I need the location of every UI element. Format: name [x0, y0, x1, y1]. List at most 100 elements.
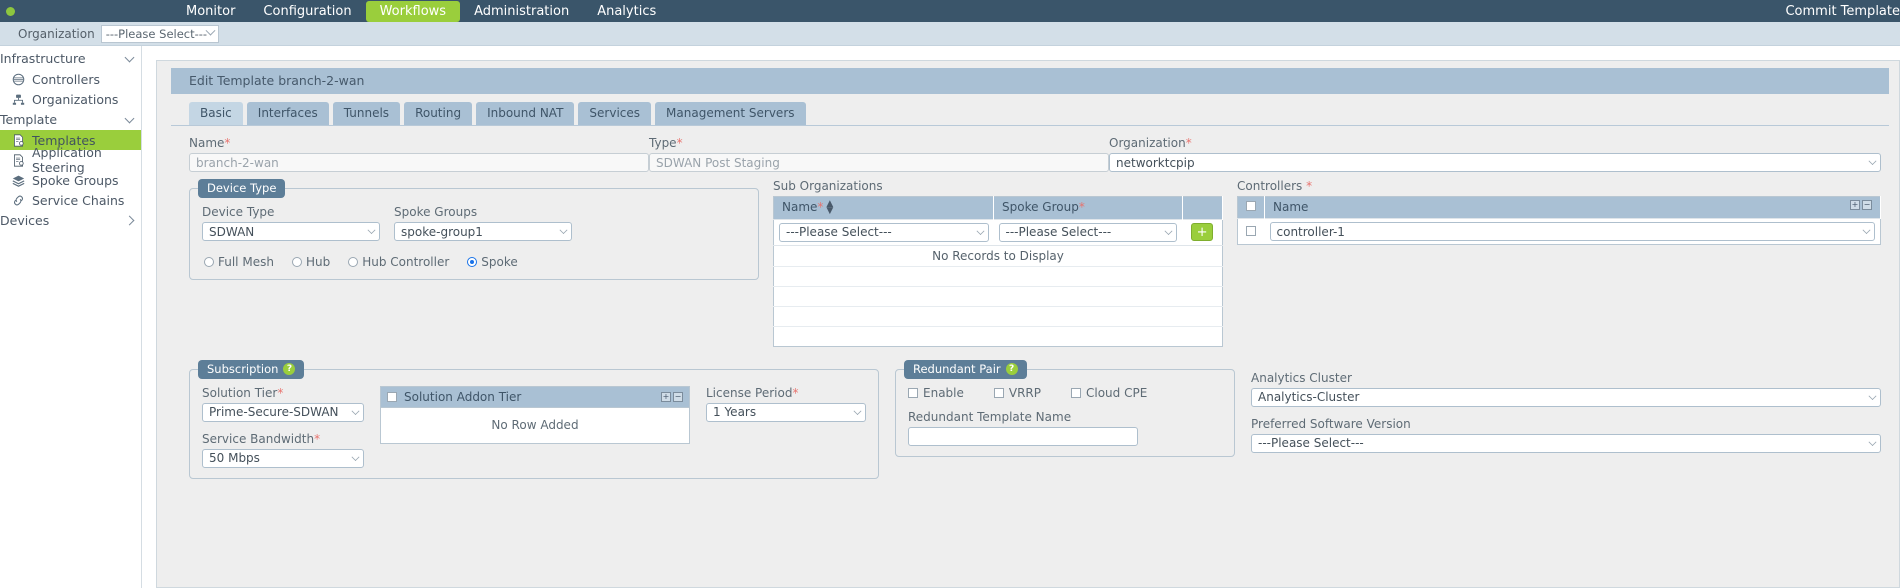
tab-tunnels[interactable]: Tunnels	[332, 102, 401, 125]
collapse-icon[interactable]: −	[673, 391, 683, 402]
tab-routing[interactable]: Routing	[404, 102, 473, 125]
chevron-down-icon	[351, 452, 360, 461]
tab-inbound-nat[interactable]: Inbound NAT	[476, 102, 575, 125]
nav-item-workflows[interactable]: Workflows	[365, 0, 461, 22]
nav-item-monitor[interactable]: Monitor	[172, 1, 249, 22]
checkbox-indicator	[908, 387, 918, 398]
table-header-row: Name* ▲ ▼ Spoke Group*	[773, 196, 1224, 219]
preferred-software-version-label: Preferred Software Version	[1251, 416, 1411, 431]
add-row-icon[interactable]: +	[661, 391, 671, 402]
table-filler-row	[773, 265, 1223, 286]
chevron-down-icon	[853, 406, 862, 415]
organization-select[interactable]: ---Please Select---	[100, 24, 220, 43]
checkbox-enable-label: Enable	[923, 385, 964, 400]
tab-interfaces[interactable]: Interfaces	[246, 102, 329, 125]
checkbox-cloud-cpe[interactable]: Cloud CPE	[1071, 386, 1147, 400]
chevron-right-icon	[124, 215, 135, 226]
column-header-name[interactable]: Name* ▲ ▼	[773, 196, 994, 219]
sidebar-item-service-chains[interactable]: Service Chains	[0, 190, 141, 210]
service-bandwidth-value: 50 Mbps	[209, 451, 260, 465]
chevron-down-icon	[124, 113, 135, 123]
redundant-template-name-input[interactable]	[908, 426, 1138, 446]
sub-org-spoke-group-dropdown[interactable]: ---Please Select---	[998, 222, 1178, 242]
cell-controller-name: controller-1	[1264, 218, 1881, 245]
solution-addon-tier-grid: Solution Addon Tier + − No Row Added	[380, 385, 690, 468]
checkbox-vrrp[interactable]: VRRP	[993, 386, 1041, 400]
solution-tier-dropdown[interactable]: Prime-Secure-SDWAN	[202, 402, 364, 422]
radio-hub-controller[interactable]: Hub Controller	[348, 255, 449, 269]
column-header-select-all	[1237, 196, 1265, 219]
table-row: ---Please Select--- ---Please Select---	[773, 218, 1223, 245]
sidebar-group-infrastructure[interactable]: Infrastructure	[0, 48, 141, 69]
sidebar-group-devices[interactable]: Devices	[0, 210, 141, 231]
column-header-controller-name[interactable]: Name + −	[1264, 196, 1881, 219]
organization-dropdown-value: networktcpip	[1116, 155, 1195, 170]
right-settings-column: Analytics Cluster Analytics-Cluster Pref…	[1251, 357, 1881, 479]
controllers-label: Controllers *	[1237, 179, 1313, 193]
device-type-label: Device Type	[202, 205, 275, 219]
bottom-section: Subscription ? Solution Tier* Prime-Secu…	[189, 357, 1881, 479]
column-header-spoke-group[interactable]: Spoke Group*	[993, 196, 1183, 219]
device-type-dropdown[interactable]: SDWAN	[202, 222, 380, 241]
nav-item-analytics[interactable]: Analytics	[583, 1, 670, 22]
cell-add-action: +	[1182, 218, 1223, 245]
nav-item-administration[interactable]: Administration	[460, 1, 583, 22]
sidebar-item-organizations[interactable]: Organizations	[0, 89, 141, 109]
collapse-icon[interactable]: −	[1862, 200, 1872, 210]
chevron-down-icon	[205, 25, 216, 36]
grid-tools: + −	[661, 391, 683, 402]
device-role-radio-group: Full Mesh Hub Hub Controller Spoke	[202, 255, 746, 269]
template-tabs: Basic Interfaces Tunnels Routing Inbound…	[171, 94, 1889, 126]
identity-row: Name* branch-2-wan Type* SDWAN Post Stag…	[189, 136, 1881, 172]
required-marker: *	[676, 136, 683, 150]
sidebar-group-template-label: Template	[0, 112, 58, 127]
help-icon[interactable]: ?	[283, 362, 296, 375]
commit-template-button[interactable]: Commit Template	[1775, 1, 1900, 22]
radio-hub[interactable]: Hub	[291, 255, 331, 269]
subscription-body: Solution Tier* Prime-Secure-SDWAN Servic…	[202, 385, 866, 468]
license-period-dropdown[interactable]: 1 Years	[706, 402, 866, 422]
checkbox-enable[interactable]: Enable	[908, 386, 964, 400]
sidebar-item-application-steering-label: Application Steering	[32, 145, 102, 175]
name-input[interactable]: branch-2-wan	[189, 153, 649, 172]
license-period-value: 1 Years	[713, 405, 757, 419]
column-header-actions	[1182, 196, 1224, 219]
radio-full-mesh[interactable]: Full Mesh	[204, 255, 274, 269]
preferred-software-version-dropdown[interactable]: ---Please Select---	[1251, 433, 1881, 453]
select-all-checkbox[interactable]	[1246, 201, 1256, 211]
tab-basic[interactable]: Basic	[189, 102, 243, 125]
sidebar-item-application-steering[interactable]: Application Steering	[0, 145, 141, 175]
sub-org-name-dropdown[interactable]: ---Please Select---	[779, 222, 989, 242]
spoke-groups-dropdown[interactable]: spoke-group1	[394, 222, 572, 241]
row-checkbox[interactable]	[1246, 225, 1257, 236]
solution-tier-label: Solution Tier*	[202, 385, 284, 400]
add-column-icon[interactable]: +	[1850, 200, 1860, 210]
sidebar-group-template[interactable]: Template	[0, 109, 141, 130]
radio-hub-label: Hub	[305, 255, 331, 269]
controller-name-dropdown[interactable]: controller-1	[1269, 222, 1875, 241]
radio-spoke[interactable]: Spoke	[467, 255, 518, 269]
tab-management-servers[interactable]: Management Servers	[655, 102, 806, 125]
table-filler-row	[773, 325, 1223, 346]
main-content: Edit Template branch-2-wan Basic Interfa…	[142, 46, 1900, 588]
organization-bar: Organization ---Please Select---	[0, 22, 1900, 46]
sidebar-item-controllers[interactable]: Controllers	[0, 69, 141, 89]
type-input[interactable]: SDWAN Post Staging	[649, 153, 1109, 172]
help-icon[interactable]: ?	[1005, 362, 1018, 375]
nav-item-configuration[interactable]: Configuration	[249, 1, 365, 22]
chevron-down-icon	[351, 406, 360, 415]
solution-addon-tier-header: Solution Addon Tier + −	[380, 385, 690, 407]
service-bandwidth-dropdown[interactable]: 50 Mbps	[202, 448, 364, 468]
solution-addon-tier-empty: No Row Added	[380, 406, 690, 444]
tab-services[interactable]: Services	[578, 102, 652, 125]
analytics-cluster-dropdown[interactable]: Analytics-Cluster	[1251, 387, 1881, 407]
cell-sub-org-name: ---Please Select---	[773, 218, 994, 245]
organization-dropdown[interactable]: networktcpip	[1109, 153, 1881, 172]
sidebar-item-spoke-groups-label: Spoke Groups	[32, 172, 119, 188]
service-chain-icon	[10, 194, 27, 207]
checkbox-indicator	[1071, 387, 1081, 398]
addon-select-all-checkbox[interactable]	[387, 391, 397, 402]
spoke-groups-label: Spoke Groups	[394, 205, 478, 219]
add-sub-organization-button[interactable]: +	[1191, 223, 1214, 241]
radio-hub-controller-label: Hub Controller	[362, 255, 450, 269]
